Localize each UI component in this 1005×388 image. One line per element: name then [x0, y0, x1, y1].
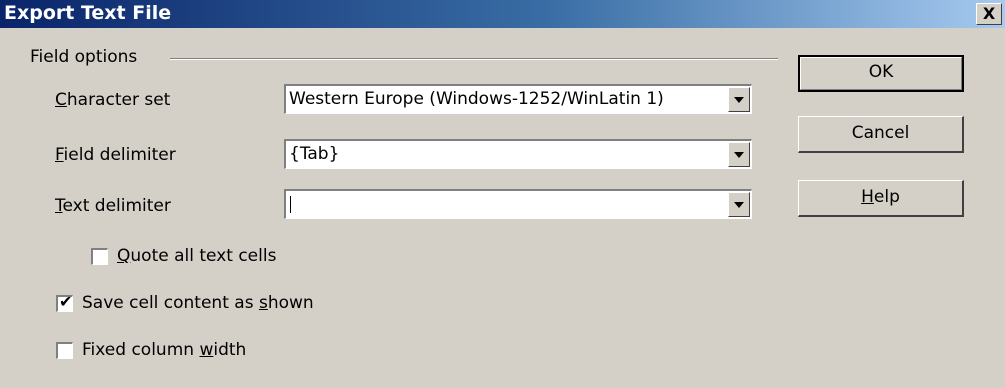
help-button-label: Help — [861, 187, 900, 207]
close-button[interactable]: X — [976, 3, 1002, 25]
quote-all-text-cells-checkbox[interactable] — [91, 248, 108, 265]
save-cell-content-as-shown-label: Save cell content as shown — [82, 293, 314, 313]
cancel-button-label: Cancel — [851, 123, 910, 143]
text-delimiter-dropdown-button[interactable] — [728, 192, 750, 217]
quote-all-text-cells-label: Quote all text cells — [117, 246, 277, 266]
title-bar: Export Text File X — [0, 0, 1005, 28]
text-delimiter-label: Text delimiter — [55, 196, 171, 216]
window-title: Export Text File — [4, 2, 172, 24]
character-set-label: Character set — [55, 90, 171, 110]
field-options-separator — [170, 58, 778, 60]
field-delimiter-label: Field delimiter — [55, 145, 176, 165]
field-delimiter-value: {Tab} — [289, 144, 340, 164]
close-icon: X — [982, 4, 996, 23]
text-delimiter-dropdown[interactable] — [284, 189, 752, 219]
cancel-button[interactable]: Cancel — [798, 116, 964, 153]
text-cursor — [290, 196, 291, 213]
fixed-column-width-label: Fixed column width — [82, 340, 247, 360]
chevron-down-icon — [734, 97, 744, 103]
dialog-body: Field options Character set Western Euro… — [8, 28, 997, 382]
character-set-dropdown-button[interactable] — [728, 87, 750, 112]
ok-button-label: OK — [868, 62, 894, 82]
chevron-down-icon — [734, 202, 744, 208]
checkmark-icon: ✔ — [59, 292, 73, 311]
character-set-value: Western Europe (Windows-1252/WinLatin 1) — [289, 89, 664, 109]
fixed-column-width-checkbox[interactable] — [56, 342, 73, 359]
character-set-dropdown[interactable]: Western Europe (Windows-1252/WinLatin 1) — [284, 84, 752, 114]
field-delimiter-dropdown[interactable]: {Tab} — [284, 139, 752, 169]
chevron-down-icon — [734, 152, 744, 158]
help-button[interactable]: Help — [798, 180, 964, 217]
save-cell-content-as-shown-checkbox[interactable]: ✔ — [56, 292, 73, 312]
field-options-heading: Field options — [30, 47, 138, 67]
ok-button[interactable]: OK — [798, 55, 964, 92]
field-delimiter-dropdown-button[interactable] — [728, 142, 750, 167]
